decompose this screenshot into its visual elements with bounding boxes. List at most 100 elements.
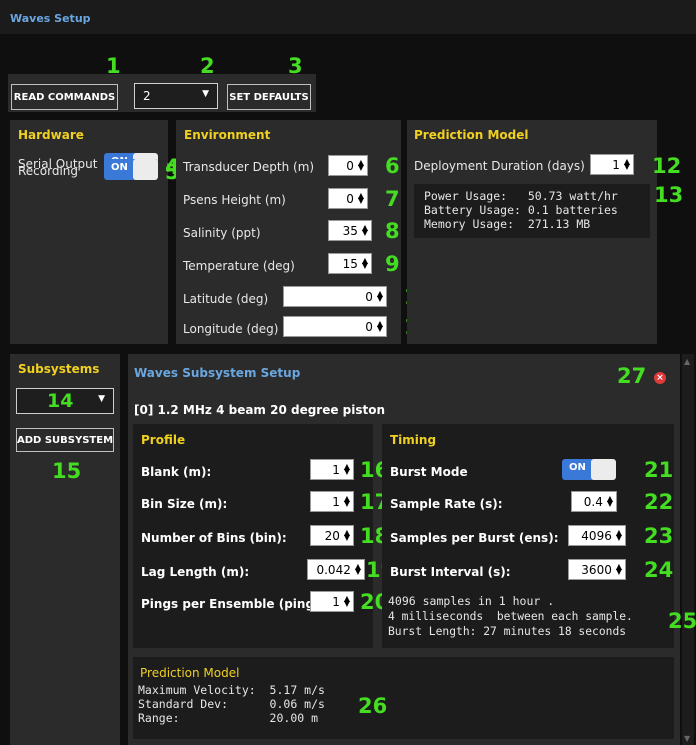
transducer-depth-label: Transducer Depth (m): [183, 160, 315, 174]
stepper-arrows-icon[interactable]: ▲ ▼: [344, 494, 350, 506]
sample-rate-label: Sample Rate (s):: [390, 497, 503, 511]
pings-per-ensemble-stepper[interactable]: 1 ▲ ▼: [310, 591, 354, 612]
temperature-value: 15: [342, 256, 358, 271]
longitude-label: Longitude (deg): [183, 322, 279, 336]
hardware-title: Hardware: [18, 128, 84, 142]
stepper-arrows-icon[interactable]: ▲ ▼: [358, 191, 364, 203]
callout-2: 2: [200, 54, 215, 78]
stepper-arrows-icon[interactable]: ▲ ▼: [362, 223, 368, 235]
callout-8: 8: [385, 219, 400, 243]
callout-12: 12: [652, 154, 682, 178]
close-icon[interactable]: ×: [654, 372, 666, 384]
callout-6: 6: [385, 154, 400, 178]
subsystem-select-value: 14: [47, 389, 74, 412]
toggle-knob: [591, 459, 616, 480]
temperature-stepper[interactable]: 15 ▲ ▼: [328, 253, 372, 274]
longitude-stepper[interactable]: 0 ▲ ▼: [283, 316, 387, 337]
callout-22: 22: [644, 490, 674, 514]
callout-9: 9: [385, 252, 400, 276]
transducer-depth-stepper[interactable]: 0 ▲ ▼: [328, 155, 368, 176]
subsystem-description: [0] 1.2 MHz 4 beam 20 degree piston: [134, 403, 386, 417]
memory-usage-line: Memory Usage: 271.13 MB: [424, 217, 591, 231]
salinity-stepper[interactable]: 35 ▲ ▼: [328, 220, 372, 241]
scrollbar[interactable]: ▲ ▼: [682, 354, 694, 745]
samples-per-burst-stepper[interactable]: 4096 ▲ ▼: [568, 525, 626, 546]
add-subsystem-button[interactable]: ADD SUBSYSTEM: [16, 428, 114, 452]
psens-height-value: 0: [346, 191, 354, 206]
subsystems-title: Subsystems: [18, 362, 100, 376]
timing-summary-line-3: Burst Length: 27 minutes 18 seconds: [388, 625, 627, 638]
usage-summary-box: Power Usage: 50.73 watt/hr Battery Usage…: [414, 184, 650, 238]
latitude-value: 0: [365, 289, 373, 304]
recording-toggle[interactable]: ON: [104, 159, 158, 180]
stepper-arrows-icon[interactable]: ▲ ▼: [344, 528, 350, 540]
title-bar: Waves Setup: [0, 0, 696, 34]
toggle-knob: [133, 159, 158, 180]
pings-per-ensemble-label: Pings per Ensemble (ping):: [141, 597, 325, 611]
stepper-arrows-icon[interactable]: ▲ ▼: [607, 494, 613, 506]
window-title: Waves Setup: [10, 12, 91, 25]
callout-27: 27: [617, 364, 647, 388]
bin-size-label: Bin Size (m):: [141, 497, 228, 511]
longitude-value: 0: [365, 319, 373, 334]
timing-summary-line-2: 4 milliseconds between each sample.: [388, 610, 633, 623]
chevron-down-icon: ▼: [98, 394, 105, 404]
set-defaults-button[interactable]: SET DEFAULTS: [227, 84, 311, 110]
subsystem-prediction-title: Prediction Model: [140, 666, 240, 680]
callout-1: 1: [106, 54, 121, 78]
callout-24: 24: [644, 558, 674, 582]
stepper-arrows-icon[interactable]: ▲ ▼: [344, 594, 350, 606]
stepper-arrows-icon[interactable]: ▲ ▼: [377, 319, 383, 331]
salinity-label: Salinity (ppt): [183, 226, 261, 240]
latitude-label: Latitude (deg): [183, 292, 269, 306]
blank-stepper[interactable]: 1 ▲ ▼: [310, 459, 354, 480]
burst-interval-stepper[interactable]: 3600 ▲ ▼: [568, 559, 626, 580]
standard-dev-line: Standard Dev: 0.06 m/s: [138, 697, 325, 711]
prediction-title: Prediction Model: [414, 128, 529, 142]
sample-rate-value: 0.4: [583, 494, 603, 509]
bin-size-stepper[interactable]: 1 ▲ ▼: [310, 491, 354, 512]
scroll-down-icon[interactable]: ▼: [684, 734, 690, 743]
lag-length-label: Lag Length (m):: [141, 565, 250, 579]
timing-title: Timing: [390, 433, 437, 447]
callout-13: 13: [654, 183, 684, 207]
burst-mode-label: Burst Mode: [390, 465, 468, 479]
pings-per-ensemble-value: 1: [332, 594, 340, 609]
environment-title: Environment: [184, 128, 271, 142]
number-of-bins-label: Number of Bins (bin):: [141, 531, 287, 545]
scroll-up-icon[interactable]: ▲: [684, 357, 690, 366]
stepper-arrows-icon[interactable]: ▲ ▼: [377, 289, 383, 301]
burst-interval-label: Burst Interval (s):: [390, 565, 511, 579]
lag-length-stepper[interactable]: 0.042 ▲ ▼: [307, 559, 365, 580]
stepper-arrows-icon[interactable]: ▲ ▼: [344, 462, 350, 474]
sample-rate-stepper[interactable]: 0.4 ▲ ▼: [571, 491, 617, 512]
stepper-arrows-icon[interactable]: ▲ ▼: [355, 562, 361, 574]
stepper-arrows-icon[interactable]: ▲ ▼: [362, 256, 368, 268]
stepper-arrows-icon[interactable]: ▲ ▼: [616, 528, 622, 540]
callout-7: 7: [385, 187, 400, 211]
burst-mode-state: ON: [569, 462, 586, 473]
deployment-duration-stepper[interactable]: 1 ▲ ▼: [590, 154, 634, 175]
callout-3: 3: [288, 54, 303, 78]
deployment-duration-label: Deployment Duration (days): [414, 159, 585, 173]
blank-value: 1: [332, 462, 340, 477]
chevron-down-icon: ▼: [202, 89, 209, 99]
stepper-arrows-icon[interactable]: ▲ ▼: [616, 562, 622, 574]
read-commands-button[interactable]: READ COMMANDS: [11, 84, 118, 110]
latitude-stepper[interactable]: 0 ▲ ▼: [283, 286, 387, 307]
stepper-arrows-icon[interactable]: ▲ ▼: [624, 157, 630, 169]
burst-mode-toggle[interactable]: ON: [562, 459, 616, 480]
samples-per-burst-value: 4096: [581, 528, 612, 543]
stepper-arrows-icon[interactable]: ▲ ▼: [358, 158, 364, 170]
command-set-select[interactable]: 2 ▼: [134, 83, 218, 109]
command-set-value: 2: [143, 89, 151, 103]
salinity-value: 35: [342, 223, 358, 238]
subsystem-setup-title: Waves Subsystem Setup: [134, 366, 301, 380]
timing-summary-line-1: 4096 samples in 1 hour .: [388, 594, 555, 608]
range-line: Range: 20.00 m: [138, 711, 319, 725]
lag-length-value: 0.042: [316, 562, 351, 577]
number-of-bins-stepper[interactable]: 20 ▲ ▼: [310, 525, 354, 546]
subsystem-select[interactable]: 14 ▼: [16, 388, 114, 414]
battery-usage-line: Battery Usage: 0.1 batteries: [424, 203, 618, 217]
psens-height-stepper[interactable]: 0 ▲ ▼: [328, 188, 368, 209]
